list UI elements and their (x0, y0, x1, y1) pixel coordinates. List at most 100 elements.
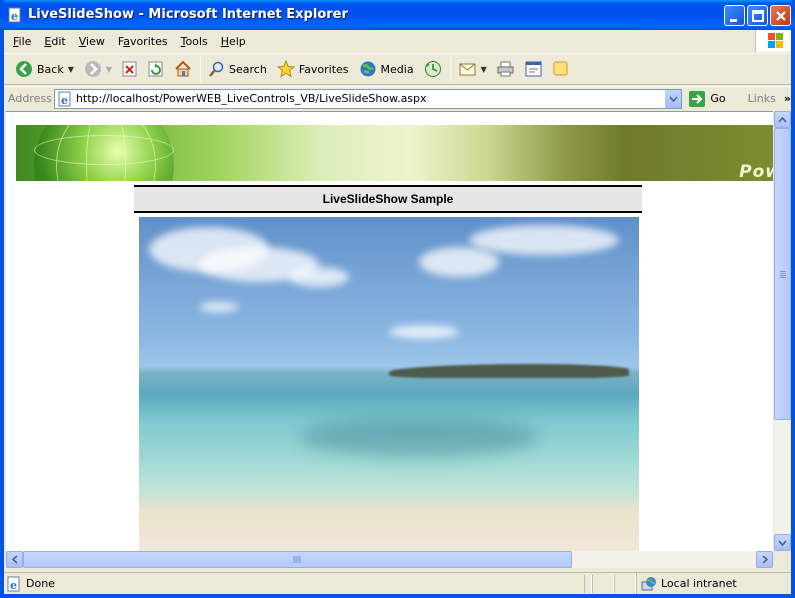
close-icon (776, 11, 786, 21)
scrollbar-corner (773, 551, 790, 568)
maximize-button[interactable] (747, 5, 768, 26)
svg-text:e: e (61, 94, 68, 107)
ie-page-icon: e (8, 7, 21, 23)
scroll-right-button[interactable] (756, 551, 773, 568)
site-banner: Pow (16, 125, 773, 181)
toolbar-separator (200, 57, 202, 81)
home-icon (175, 60, 191, 77)
zone-text: Local intranet (661, 577, 737, 590)
thumb-grip (780, 277, 786, 278)
print-button[interactable] (492, 56, 520, 82)
search-button[interactable]: Search (204, 56, 272, 82)
mail-dropdown-icon[interactable]: ▼ (481, 65, 487, 74)
menu-view[interactable]: View (74, 33, 113, 50)
sea-shadow (299, 417, 539, 457)
links-toolbar[interactable]: Links (748, 92, 776, 105)
media-globe-icon (360, 61, 376, 77)
thumb-grip (780, 273, 786, 274)
maximize-icon (752, 10, 764, 22)
ie-page-icon: e (7, 576, 20, 592)
cloud (199, 302, 239, 312)
refresh-icon (148, 61, 163, 77)
stop-icon (122, 61, 137, 77)
status-main: e Done (4, 573, 584, 594)
thumb-grip (780, 275, 786, 276)
chevron-left-icon (11, 555, 18, 564)
address-bar: Address e http://localhost/PowerWEB_Live… (4, 86, 791, 110)
standard-toolbar: Back ▼ ▼ Search Favorites Media ▼ (4, 53, 791, 85)
edit-document-icon (525, 61, 542, 77)
forward-dropdown-icon[interactable]: ▼ (106, 65, 112, 74)
chevron-up-icon (778, 116, 787, 123)
menu-tools[interactable]: Tools (176, 33, 216, 50)
thumb-grip (293, 556, 301, 563)
windows-logo (755, 30, 791, 52)
media-button[interactable]: Media (354, 56, 419, 82)
security-zone[interactable]: Local intranet (636, 573, 786, 594)
close-button[interactable] (770, 5, 791, 26)
status-pane (584, 574, 592, 593)
search-icon (209, 61, 224, 77)
stop-button[interactable] (117, 56, 143, 82)
favorites-button[interactable]: Favorites (272, 56, 354, 82)
go-arrow-icon (689, 90, 706, 107)
minimize-button[interactable] (724, 5, 745, 26)
horizontal-scrollbar[interactable] (6, 551, 773, 568)
cloud (469, 225, 619, 255)
windows-flag-icon (768, 33, 783, 48)
chevron-right-icon[interactable]: » (784, 92, 791, 105)
forward-arrow-icon (84, 61, 101, 77)
messenger-button[interactable] (548, 56, 574, 82)
history-icon (424, 61, 441, 77)
vertical-scrollbar[interactable] (773, 111, 791, 551)
globe-parallel (34, 135, 174, 165)
printer-icon (497, 61, 514, 77)
title-bar[interactable]: e LiveSlideShow - Microsoft Internet Exp… (0, 0, 795, 30)
intranet-globe-icon (641, 576, 656, 590)
chevron-right-icon (761, 555, 768, 564)
scroll-up-button[interactable] (774, 111, 791, 128)
minimize-icon (730, 19, 737, 22)
back-dropdown-icon[interactable]: ▼ (68, 65, 74, 74)
sample-title: LiveSlideShow Sample (134, 185, 642, 213)
ie-page-icon: e (58, 91, 71, 107)
svg-text:e: e (11, 10, 18, 23)
status-pane (614, 574, 636, 593)
cloud (389, 325, 459, 339)
horizontal-scroll-thumb[interactable] (23, 551, 572, 568)
cloud (419, 247, 499, 277)
menu-favorites[interactable]: Favorites (113, 33, 176, 50)
island (389, 364, 629, 378)
back-button[interactable]: Back ▼ (10, 56, 79, 82)
banner-brand-text: Pow (739, 162, 773, 181)
menu-edit[interactable]: Edit (39, 33, 73, 50)
menu-bar: File Edit View Favorites Tools Help (4, 30, 755, 52)
address-dropdown-button[interactable] (664, 89, 682, 108)
menu-help[interactable]: Help (216, 33, 254, 50)
chevron-down-icon (778, 539, 787, 546)
status-text: Done (26, 577, 55, 590)
mail-icon (459, 63, 476, 76)
forward-button[interactable]: ▼ (79, 56, 117, 82)
home-button[interactable] (169, 56, 197, 82)
vertical-scroll-thumb[interactable] (774, 128, 791, 420)
slideshow-image (139, 217, 639, 551)
go-button[interactable]: Go (688, 90, 726, 108)
thumb-grip (780, 271, 786, 272)
history-button[interactable] (419, 56, 447, 82)
status-pane (592, 574, 614, 593)
toolbar-separator (449, 57, 451, 81)
edit-button[interactable] (520, 56, 548, 82)
address-label: Address (8, 92, 52, 105)
scroll-left-button[interactable] (6, 551, 23, 568)
address-url: http://localhost/PowerWEB_LiveControls_V… (75, 92, 427, 105)
menu-file[interactable]: File (8, 33, 39, 50)
address-input[interactable]: e http://localhost/PowerWEB_LiveControls… (53, 88, 683, 109)
back-arrow-icon (16, 61, 32, 77)
chevron-down-icon (669, 95, 678, 102)
refresh-button[interactable] (143, 56, 169, 82)
mail-button[interactable]: ▼ (454, 56, 492, 82)
scroll-down-button[interactable] (774, 534, 791, 551)
note-icon (553, 61, 568, 76)
star-icon (276, 60, 295, 78)
